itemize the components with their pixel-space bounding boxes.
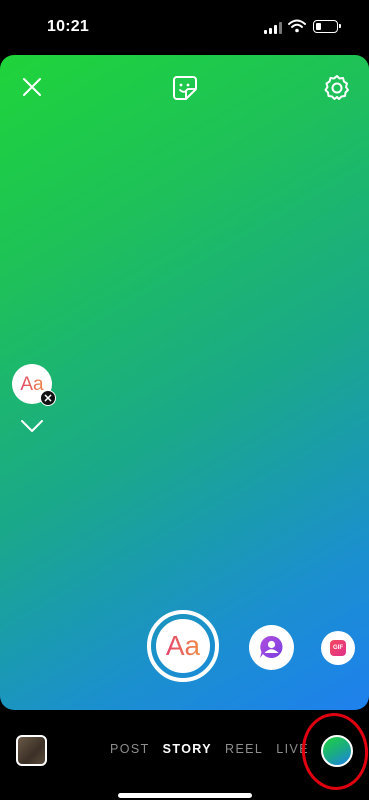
tab-reel[interactable]: REEL [225, 742, 263, 756]
tab-story[interactable]: STORY [163, 742, 212, 756]
wifi-icon [288, 19, 306, 33]
mode-tabs: POST STORY REEL LIVE [110, 742, 309, 756]
capture-button[interactable]: Aa [147, 610, 219, 682]
story-canvas[interactable]: Aa Aa GIF [0, 55, 369, 710]
gallery-thumbnail[interactable] [16, 735, 47, 766]
tab-post[interactable]: POST [110, 742, 150, 756]
battery-icon [313, 20, 341, 33]
close-icon[interactable] [20, 75, 44, 99]
sticker-icon[interactable] [171, 74, 199, 102]
cellular-signal-icon [264, 22, 282, 34]
status-bar: 10:21 [0, 0, 369, 55]
remove-icon[interactable] [40, 390, 56, 406]
highlight-annotation [298, 709, 369, 794]
home-indicator [118, 793, 252, 798]
mention-button[interactable] [249, 625, 294, 670]
gif-icon: GIF [330, 640, 346, 656]
capture-button-inner: Aa [156, 619, 210, 673]
battery-level [316, 23, 321, 30]
capture-label: Aa [156, 619, 210, 673]
gif-button[interactable]: GIF [321, 631, 355, 665]
status-time: 10:21 [47, 18, 89, 35]
bottom-bar: POST STORY REEL LIVE [0, 709, 369, 800]
gear-icon[interactable] [323, 74, 351, 102]
chevron-down-icon[interactable] [20, 419, 44, 433]
mention-icon [260, 635, 283, 658]
